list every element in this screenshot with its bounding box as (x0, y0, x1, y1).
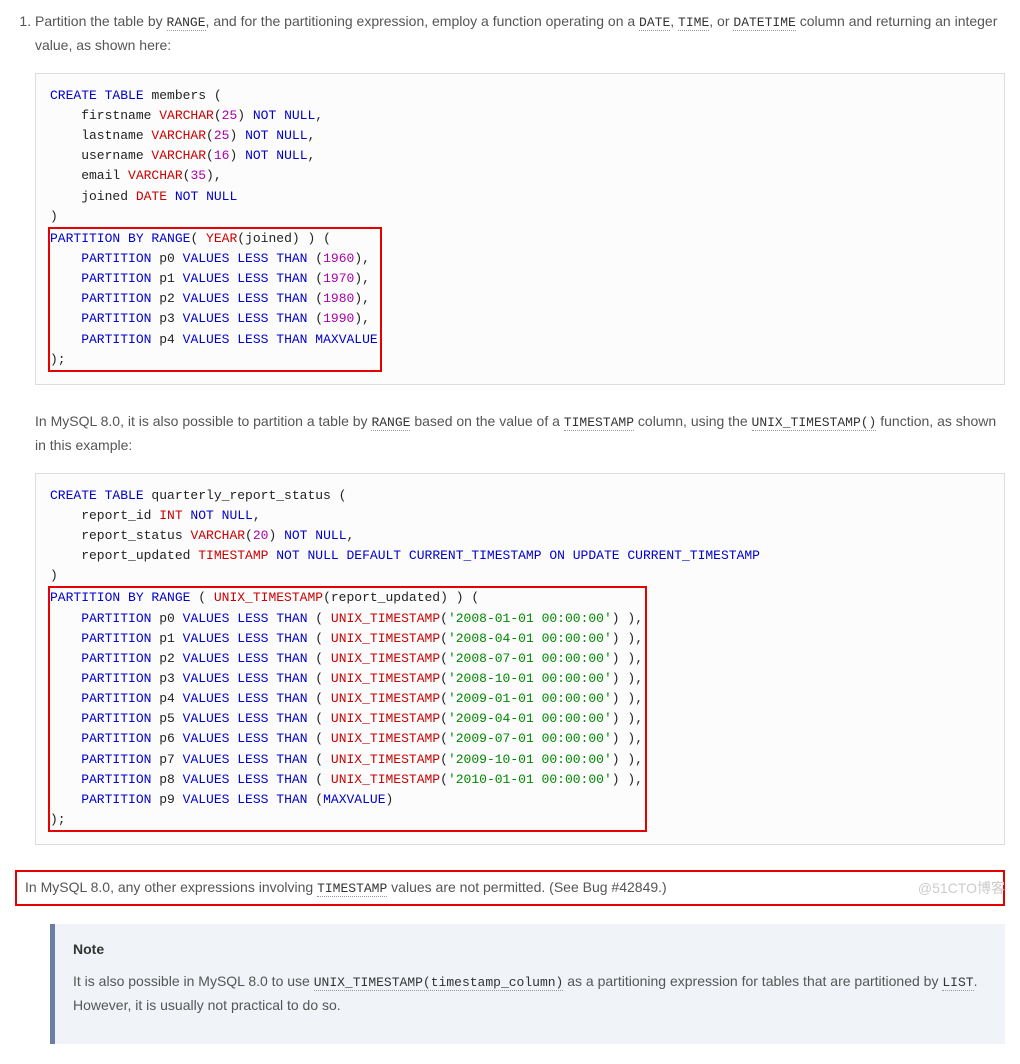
code-block-quarterly: CREATE TABLE quarterly_report_status ( r… (35, 473, 1005, 845)
code-list: LIST (942, 975, 973, 991)
code-unix-timestamp: UNIX_TIMESTAMP() (752, 415, 877, 431)
note-title: Note (73, 938, 987, 962)
code-unix-ts-col: UNIX_TIMESTAMP(timestamp_column) (314, 975, 564, 991)
mid-paragraph: In MySQL 8.0, it is also possible to par… (35, 410, 1005, 458)
code-datetime: DATETIME (733, 15, 795, 31)
note-box: Note It is also possible in MySQL 8.0 to… (50, 924, 1005, 1044)
highlight-partition-1: PARTITION BY RANGE( YEAR(joined) ) ( PAR… (48, 227, 382, 372)
highlight-note: In MySQL 8.0, any other expressions invo… (15, 870, 1005, 906)
code-time: TIME (678, 15, 709, 31)
note-text: It is also possible in MySQL 8.0 to use … (73, 970, 987, 1018)
code-range: RANGE (167, 15, 206, 31)
code-block-members: CREATE TABLE members ( firstname VARCHAR… (35, 73, 1005, 385)
watermark: @51CTO博客 (918, 877, 1005, 901)
highlight-partition-2: PARTITION BY RANGE ( UNIX_TIMESTAMP(repo… (48, 586, 647, 832)
numbered-list: Partition the table by RANGE, and for th… (15, 10, 1005, 845)
list-item: Partition the table by RANGE, and for th… (35, 10, 1005, 845)
code-timestamp: TIMESTAMP (564, 415, 634, 431)
code-range2: RANGE (371, 415, 410, 431)
code-timestamp2: TIMESTAMP (317, 881, 387, 897)
intro-paragraph: Partition the table by RANGE, and for th… (35, 10, 1005, 58)
code-date: DATE (639, 15, 670, 31)
